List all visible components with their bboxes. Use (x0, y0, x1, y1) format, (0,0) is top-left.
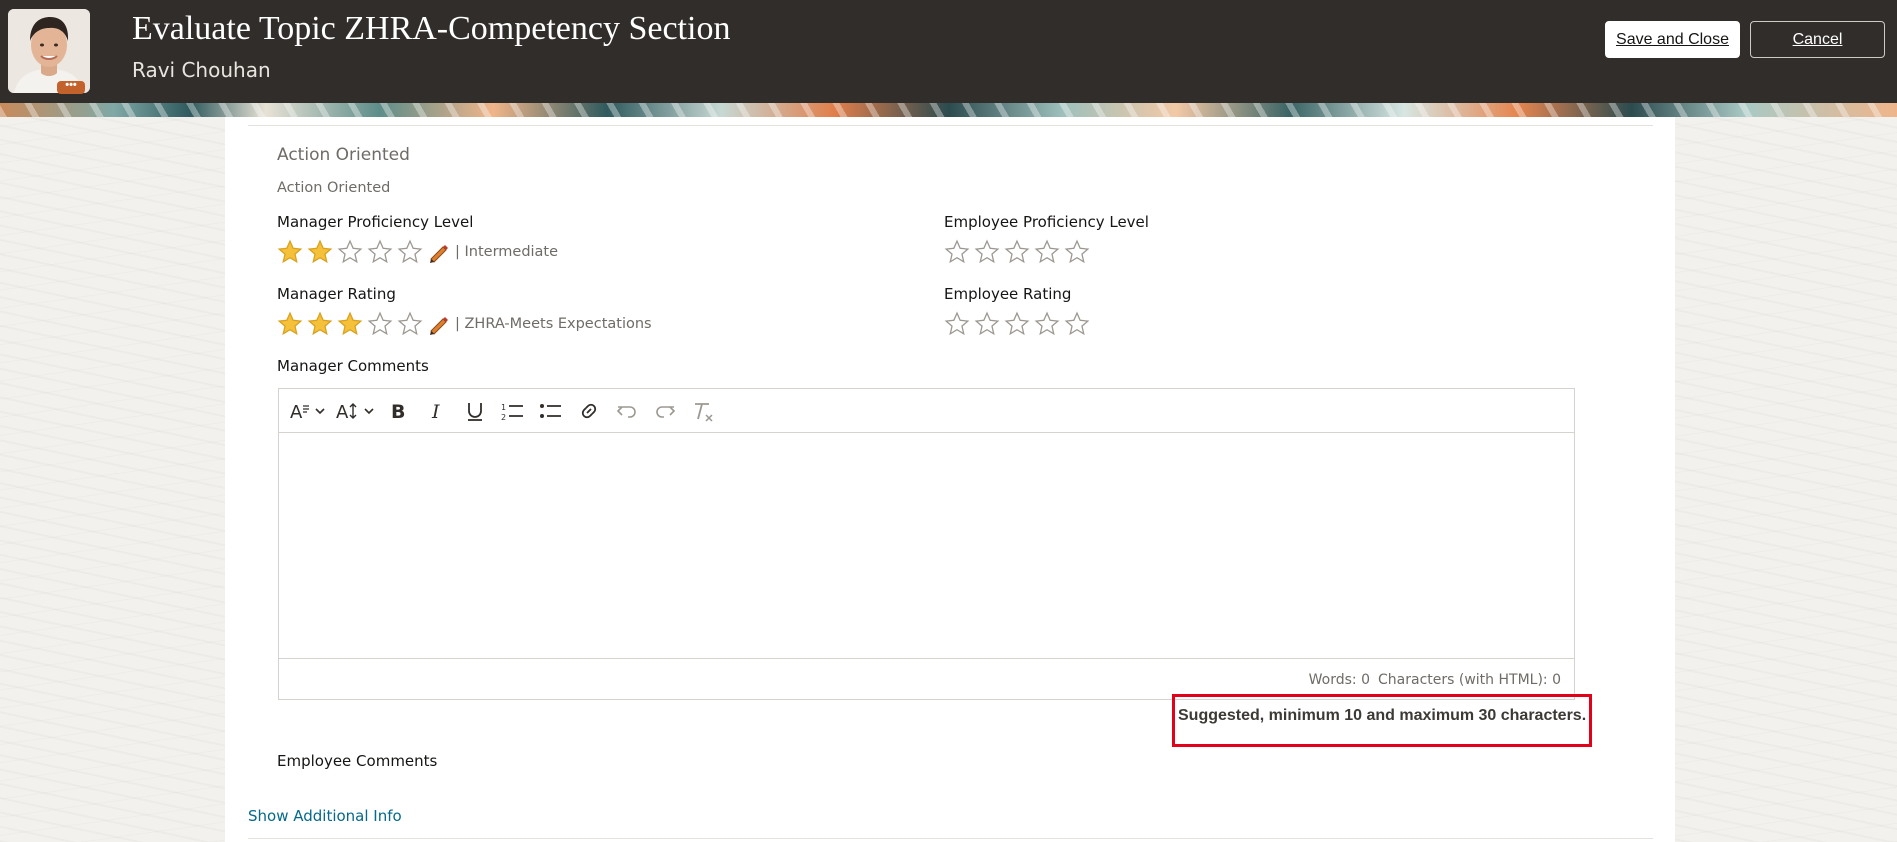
star-filled-icon[interactable] (307, 310, 337, 338)
svg-text:B: B (391, 401, 405, 423)
save-and-close-label: Save and Close (1616, 31, 1729, 48)
underline-icon[interactable] (461, 396, 489, 426)
cancel-label: Cancel (1792, 31, 1843, 48)
bold-icon[interactable]: B (385, 396, 413, 426)
star-empty-icon[interactable] (397, 238, 427, 266)
star-empty-icon[interactable] (1034, 238, 1064, 266)
manager-rating-label: Manager Rating (277, 285, 396, 303)
font-size-icon[interactable]: A (335, 396, 375, 426)
star-empty-icon[interactable] (1064, 310, 1094, 338)
star-empty-icon[interactable] (1004, 238, 1034, 266)
page-title: Evaluate Topic ZHRA-Competency Section (132, 10, 731, 47)
manager-comments-editor: A A B I 12 Words: 0 Characters (with HTM… (278, 388, 1575, 700)
manager-proficiency-label: Manager Proficiency Level (277, 213, 474, 231)
edited-pencil-icon (427, 313, 449, 335)
svg-text:1: 1 (501, 403, 506, 412)
svg-text:2: 2 (501, 413, 506, 422)
character-count: Characters (with HTML): 0 (1378, 672, 1561, 688)
star-empty-icon[interactable] (367, 310, 397, 338)
employee-proficiency-label: Employee Proficiency Level (944, 213, 1149, 231)
numbered-list-icon[interactable]: 12 (499, 396, 527, 426)
star-empty-icon[interactable] (1004, 310, 1034, 338)
employee-comments-label: Employee Comments (277, 752, 438, 770)
rating-value-text: | Intermediate (455, 244, 559, 260)
rating-value-text: | ZHRA-Meets Expectations (455, 316, 652, 332)
page-header: ••• Evaluate Topic ZHRA-Competency Secti… (0, 0, 1897, 103)
manager-comments-textarea[interactable] (279, 433, 1574, 659)
employee-rating[interactable] (944, 310, 1094, 338)
edited-pencil-icon (427, 241, 449, 263)
divider (248, 838, 1653, 839)
star-filled-icon[interactable] (307, 238, 337, 266)
divider (248, 125, 1653, 126)
star-empty-icon[interactable] (944, 238, 974, 266)
manager-comments-label: Manager Comments (277, 357, 429, 375)
clear-format-icon[interactable] (689, 396, 717, 426)
font-style-icon[interactable]: A (289, 396, 325, 426)
star-filled-icon[interactable] (337, 310, 367, 338)
competency-title: Action Oriented (277, 145, 410, 165)
comment-length-hint: Suggested, minimum 10 and maximum 30 cha… (1178, 707, 1587, 724)
star-filled-icon[interactable] (277, 238, 307, 266)
word-count: Words: 0 (1308, 672, 1371, 688)
editor-counter: Words: 0 Characters (with HTML): 0 (1309, 672, 1561, 688)
decorative-banner (0, 103, 1897, 117)
bulleted-list-icon[interactable] (537, 396, 565, 426)
employee-proficiency-rating[interactable] (944, 238, 1094, 266)
star-empty-icon[interactable] (1034, 310, 1064, 338)
star-empty-icon[interactable] (974, 310, 1004, 338)
italic-icon[interactable]: I (423, 396, 451, 426)
show-additional-info-link[interactable]: Show Additional Info (248, 807, 402, 825)
redo-icon[interactable] (651, 396, 679, 426)
employee-rating-label: Employee Rating (944, 285, 1072, 303)
avatar-menu-badge[interactable]: ••• (57, 80, 85, 94)
competency-subtitle: Action Oriented (277, 180, 391, 196)
star-empty-icon[interactable] (944, 310, 974, 338)
star-empty-icon[interactable] (974, 238, 1004, 266)
editor-toolbar: A A B I 12 (279, 389, 1574, 433)
manager-rating[interactable]: | ZHRA-Meets Expectations (277, 310, 652, 338)
svg-text:I: I (431, 401, 440, 423)
cancel-button[interactable]: Cancel (1750, 21, 1885, 58)
star-empty-icon[interactable] (1064, 238, 1094, 266)
manager-proficiency-rating[interactable]: | Intermediate (277, 238, 558, 266)
star-empty-icon[interactable] (337, 238, 367, 266)
star-empty-icon[interactable] (367, 238, 397, 266)
star-filled-icon[interactable] (277, 310, 307, 338)
undo-icon[interactable] (613, 396, 641, 426)
employee-name: Ravi Chouhan (132, 58, 271, 82)
star-empty-icon[interactable] (397, 310, 427, 338)
svg-text:A: A (336, 402, 349, 423)
svg-text:A: A (290, 402, 303, 423)
save-and-close-button[interactable]: Save and Close (1605, 21, 1740, 58)
link-icon[interactable] (575, 396, 603, 426)
